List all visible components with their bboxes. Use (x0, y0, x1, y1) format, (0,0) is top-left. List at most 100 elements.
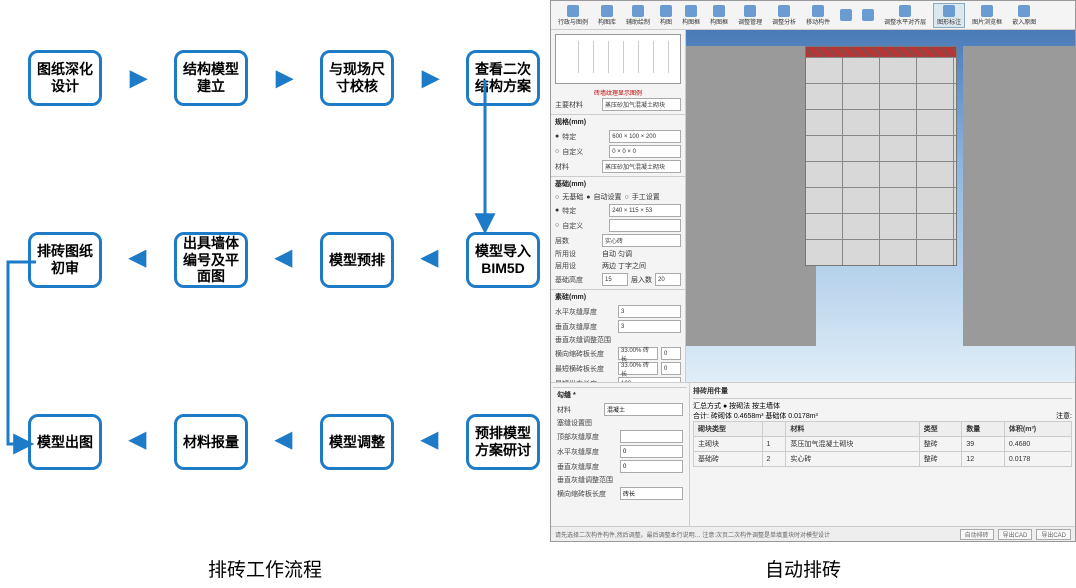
arrow-left-icon: ▶ (130, 247, 146, 273)
tool-icon (812, 5, 824, 17)
quantity-panel: 排砖用件量 汇总方式 ● 按砌法 按主墙体 合计: 砖砌体 0.4658m³ 基… (690, 383, 1075, 541)
tool-icon (685, 5, 697, 17)
toolbar-button[interactable] (837, 8, 855, 22)
height-input[interactable]: 15 (602, 273, 628, 286)
flow-node: 模型出图 (28, 414, 102, 470)
table-header: 砌块类型 (694, 422, 763, 437)
tool-icon (862, 9, 874, 21)
toolbar-button[interactable]: 调整分析 (769, 4, 799, 27)
wall-thumbnail (555, 34, 681, 84)
spec-select[interactable]: 600 × 100 × 200 (609, 130, 681, 143)
radio-auto[interactable]: 自动设置 (593, 192, 621, 202)
arrow-left-icon: ▶ (130, 429, 146, 455)
count-select[interactable]: 实心砖 (602, 234, 681, 247)
qty-title: 排砖用件量 (693, 388, 728, 395)
pattern-radios[interactable]: 两边 丁字之间 (602, 261, 646, 271)
flow-node: 与现场尺寸校核 (320, 50, 394, 106)
bv-input[interactable]: 0 (620, 460, 683, 473)
toolbar-button[interactable]: 构图框 (679, 4, 703, 27)
wall-body (806, 57, 956, 265)
flow-node: 材料报量 (174, 414, 248, 470)
flow-node: 排砖图纸初审 (28, 232, 102, 288)
tool-icon (778, 5, 790, 17)
table-header (762, 422, 786, 437)
base-custom-input[interactable] (609, 219, 681, 232)
status-button[interactable]: 自动排砖 (960, 529, 994, 540)
slab-right (963, 46, 1075, 346)
flow-node: 结构模型建立 (174, 50, 248, 106)
hgap-input[interactable]: 3 (618, 305, 681, 318)
toolbar-button[interactable]: 行政与图例 (555, 4, 591, 27)
tool-icon (601, 5, 613, 17)
arrow-right-icon: ▶ (276, 65, 292, 91)
toolbar-button[interactable]: 构图库 (595, 4, 619, 27)
base-spec-select[interactable]: 240 × 115 × 53 (609, 204, 681, 217)
arrow-right-icon: ▶ (422, 65, 438, 91)
maxlen-input[interactable]: 100 (618, 377, 681, 382)
toolbar-button[interactable]: 嵌入原图 (1009, 4, 1039, 27)
tool-icon (1018, 5, 1030, 17)
tool-icon (899, 5, 911, 17)
topgap-input[interactable] (620, 430, 683, 443)
toolbar-button[interactable]: 辅助绘制 (623, 4, 653, 27)
canvas-3d[interactable] (686, 30, 1075, 382)
toolbar-button[interactable]: 调整管理 (735, 4, 765, 27)
toolbar-button[interactable]: 调整水平对齐层 (881, 4, 929, 27)
status-button[interactable]: 导出CAD (998, 529, 1033, 540)
table-header: 材料 (786, 422, 919, 437)
toolbar-button[interactable] (859, 8, 877, 22)
height-num-input[interactable]: 20 (655, 273, 681, 286)
slab-left (686, 46, 816, 346)
toolbar-button[interactable]: 构图 (657, 4, 675, 27)
radio-none[interactable]: 无基础 (562, 192, 583, 202)
thumb-caption: 砖墙纹理显示图例 (551, 88, 685, 97)
qty-stats: 合计: 砖砌体 0.4658m³ 基础体 0.0178m³ (693, 413, 818, 420)
vgap-input[interactable]: 3 (618, 320, 681, 333)
arrow-right-icon: ▶ (130, 65, 146, 91)
arrow-left-icon: ▶ (276, 429, 292, 455)
flow-node: 模型预排 (320, 232, 394, 288)
tool-icon (981, 5, 993, 17)
app-window: 行政与图例构图库辅助绘制构图构图框构图框调整管理调整分析移动构件调整水平对齐层图… (550, 0, 1076, 542)
qty-summary-mode[interactable]: 汇总方式 ● 按砌法 按主墙体 (693, 401, 1072, 411)
row-radios[interactable]: 自动 匀调 (602, 249, 632, 259)
scale2-input[interactable]: 33.00% 砖长 (618, 362, 658, 375)
table-row[interactable]: 主砌块1蒸压加气混凝土砌块整砖390.4680 (694, 437, 1072, 452)
status-bar: 请先选择二次构件构件,然后调整。最后调整本行说明… 注意:次页二次构件调整是单填… (551, 526, 1075, 541)
toolbar-button[interactable]: 图片浏览框 (969, 4, 1005, 27)
tool-icon (943, 5, 955, 17)
toolbar-button[interactable]: 构图框 (707, 4, 731, 27)
bscale-input[interactable]: 砖长 (620, 487, 683, 500)
wall-top-course (806, 47, 956, 57)
flow-node: 模型导入BIM5D (466, 232, 540, 288)
toolbar: 行政与图例构图库辅助绘制构图构图框构图框调整管理调整分析移动构件调整水平对齐层图… (551, 1, 1075, 30)
section-spec: 规格(mm) (551, 114, 685, 129)
toolbar-button[interactable]: 移动构件 (803, 4, 833, 27)
tool-icon (632, 5, 644, 17)
brick-wall[interactable] (805, 46, 957, 266)
flow-node: 查看二次结构方案 (466, 50, 540, 106)
table-header: 数量 (962, 422, 1005, 437)
scale1-input[interactable]: 33.00% 砖长 (618, 347, 658, 360)
arrow-left-icon: ▶ (422, 247, 438, 273)
table-header: 体积(m³) (1004, 422, 1071, 437)
quantity-table: 砌块类型材料类型数量体积(m³) 主砌块1蒸压加气混凝土砌块整砖390.4680… (693, 421, 1072, 467)
caption-right: 自动排砖 (530, 555, 1076, 582)
section-mortar: 素硅(mm) (551, 289, 685, 304)
main-material-select[interactable]: 蒸压砂加气混凝土砌块 (602, 98, 681, 111)
joint-mat-select[interactable]: 混凝土 (604, 403, 683, 416)
status-button[interactable]: 导出CAD (1036, 529, 1071, 540)
material-select[interactable]: 蒸压砂加气混凝土砌块 (602, 160, 681, 173)
radio-manual[interactable]: 手工设置 (632, 192, 660, 202)
section-joint: 勾缝 * (553, 387, 687, 402)
tool-icon (840, 9, 852, 21)
caption-left: 排砖工作流程 (0, 555, 530, 582)
table-row[interactable]: 基础砖2实心砖整砖120.0178 (694, 452, 1072, 467)
custom-input[interactable]: 0 × 0 × 0 (609, 145, 681, 158)
bottom-sidebar: 勾缝 * 材料混凝土 塞缝设置图 顶部灰缝厚度 水平灰缝厚度0 垂直灰缝厚度0 … (551, 383, 690, 541)
toolbar-button[interactable]: 图形标注 (933, 3, 965, 28)
tool-icon (713, 5, 725, 17)
arrow-left-icon: ▶ (422, 429, 438, 455)
bh-input[interactable]: 0 (620, 445, 683, 458)
flow-node: 出具墙体编号及平面图 (174, 232, 248, 288)
